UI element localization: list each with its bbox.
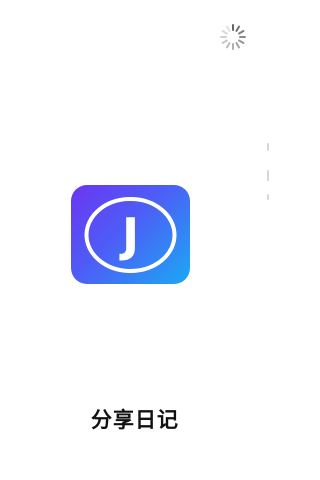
app-logo-icon: J [71,185,190,284]
logo-letter: J [119,208,139,262]
app-name-title: 分享日记 [91,407,179,432]
loading-spinner-icon [220,24,246,50]
edge-artifact [267,143,269,151]
edge-artifact [267,194,269,200]
splash-screen: J 分享日记 [0,0,270,480]
edge-artifact [267,170,269,181]
